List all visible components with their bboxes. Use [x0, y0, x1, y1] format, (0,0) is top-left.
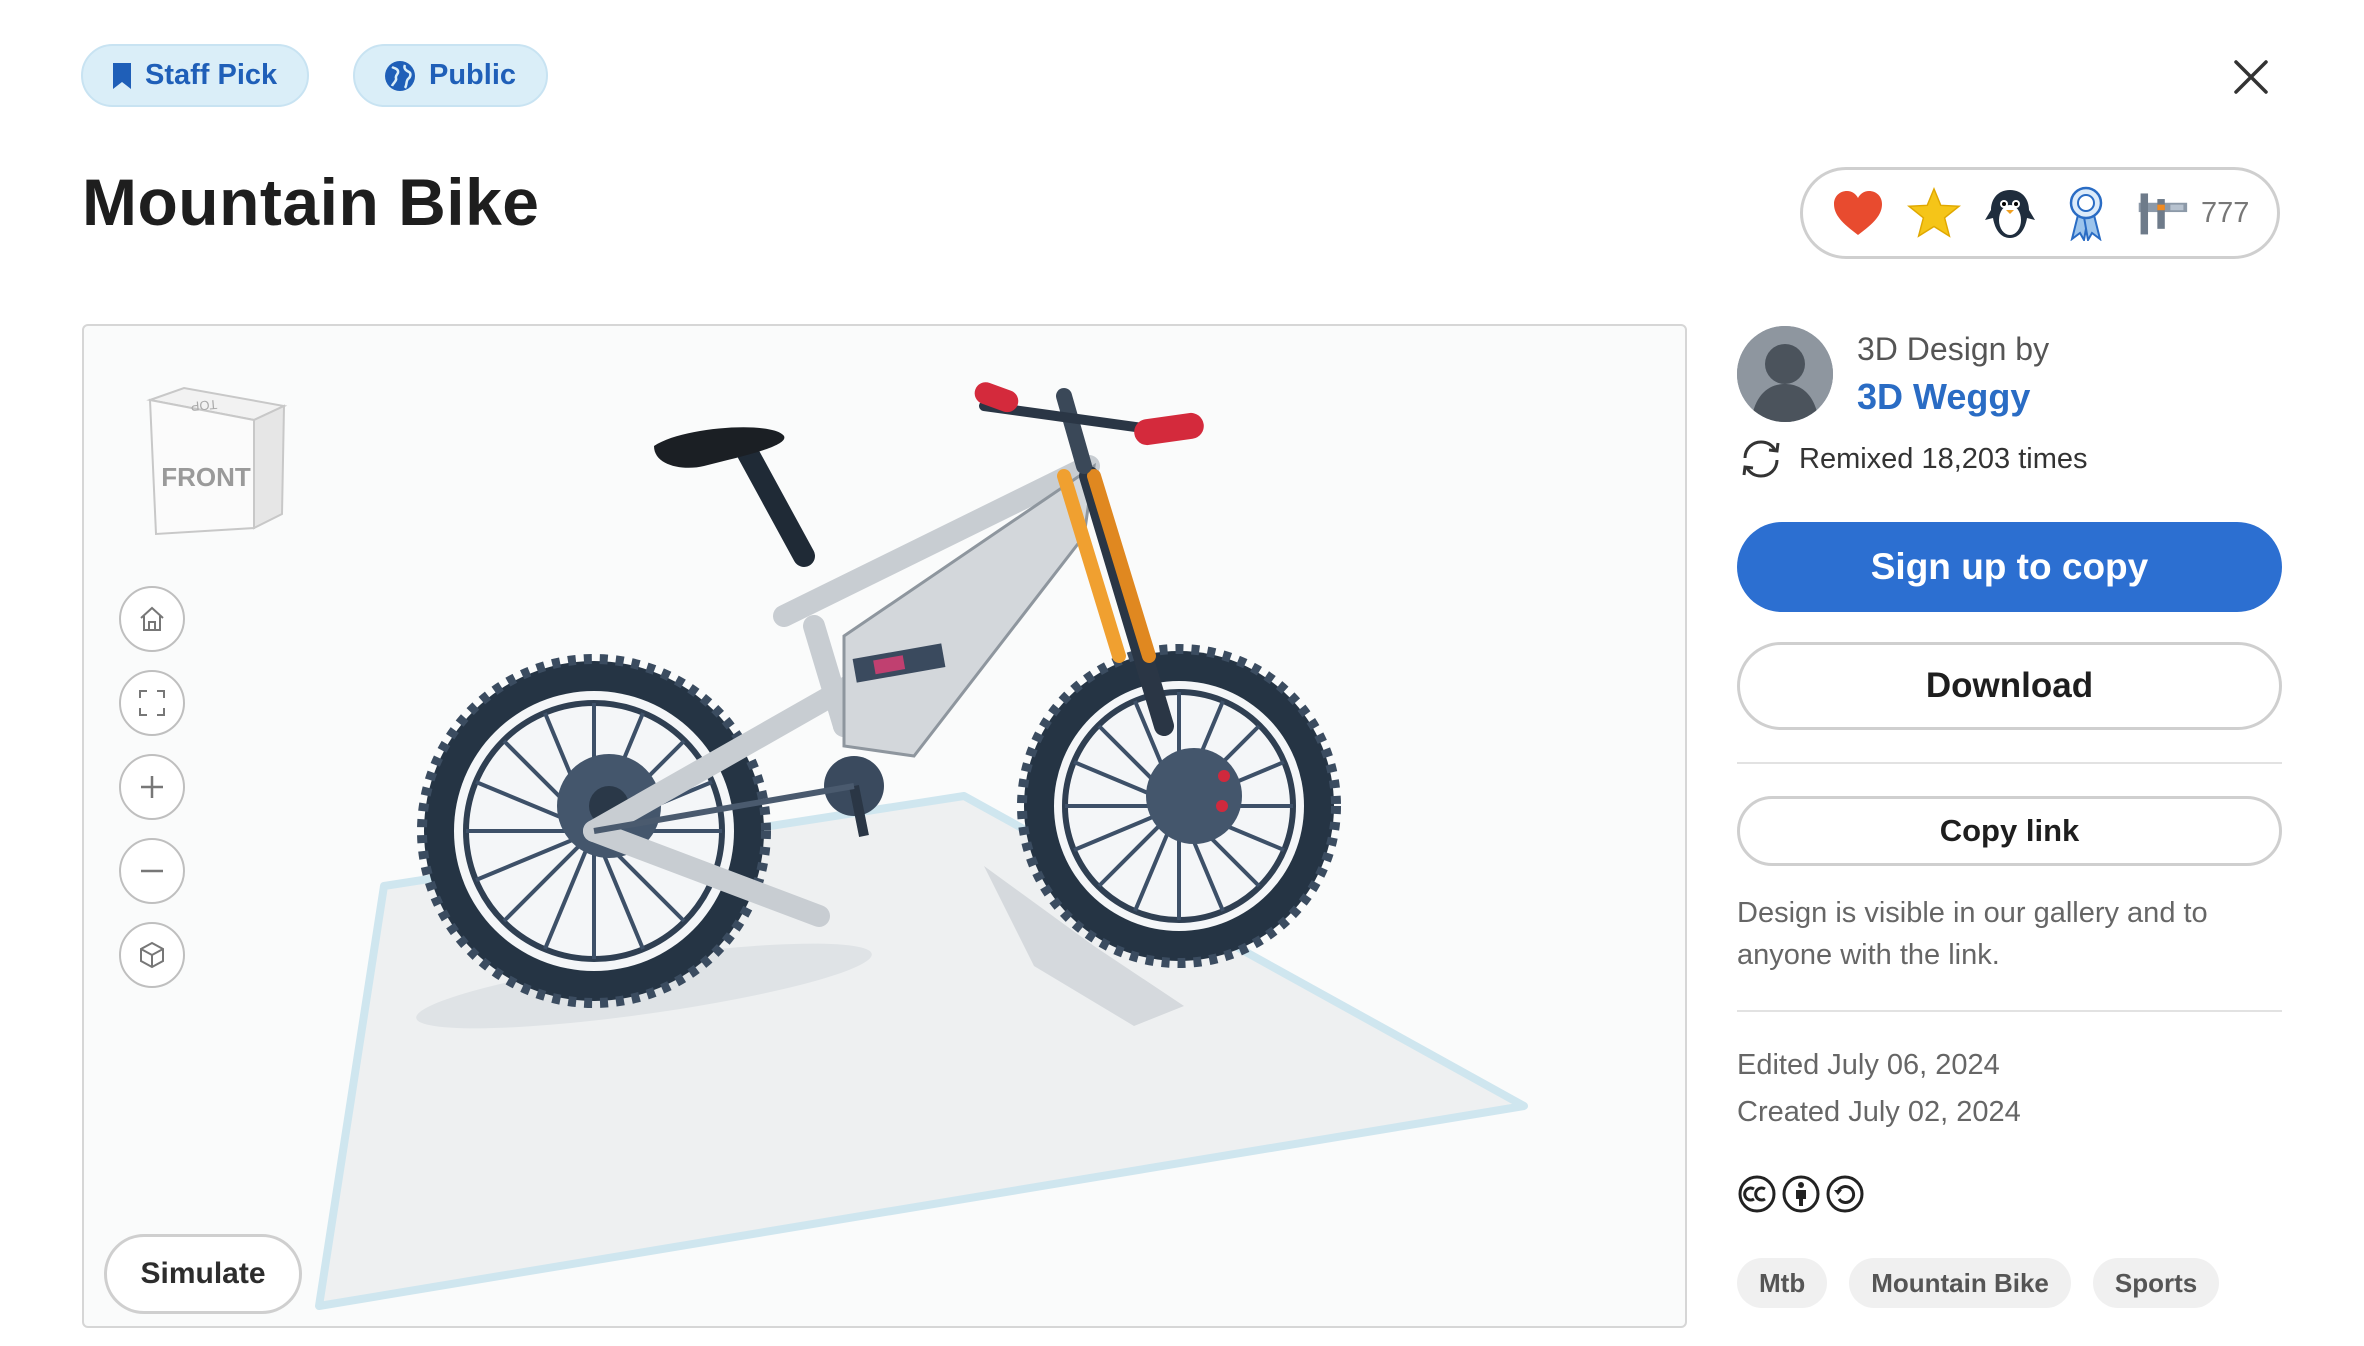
cc-icon	[1738, 1175, 1776, 1213]
zoom-in-icon	[141, 776, 163, 798]
public-label: Public	[429, 59, 517, 91]
perspective-icon	[140, 941, 164, 969]
bike-model-scene[interactable]	[84, 326, 1687, 1328]
home-icon	[140, 606, 164, 631]
remix-count: Remixed 18,203 times	[1737, 438, 2282, 480]
viewcube-top-label: TOP	[190, 397, 218, 414]
divider	[1737, 762, 2282, 764]
license-icons[interactable]	[1737, 1174, 2282, 1214]
created-date: Created July 02, 2024	[1737, 1096, 2021, 1128]
perspective-button[interactable]	[119, 922, 185, 988]
design-sidebar: 3D Design by 3D Weggy Remixed 18,203 tim…	[1737, 324, 2282, 1308]
tag-mtb[interactable]: Mtb	[1737, 1258, 1828, 1308]
share-alike-icon	[1826, 1175, 1864, 1213]
sign-up-to-copy-button[interactable]: Sign up to copy	[1737, 522, 2282, 612]
heart-icon[interactable]	[1831, 186, 1885, 240]
visibility-note: Design is visible in our gallery and to …	[1737, 897, 2208, 971]
tag-sports[interactable]: Sports	[2092, 1258, 2220, 1308]
close-button[interactable]	[2228, 54, 2274, 100]
tag-list: Mtb Mountain Bike Sports	[1737, 1258, 2282, 1308]
dates-block: Edited July 06, 2024 Created July 02, 20…	[1737, 1042, 2282, 1136]
caliper-icon[interactable]	[2135, 186, 2189, 240]
home-view-button[interactable]	[119, 586, 185, 652]
close-icon	[2234, 60, 2268, 94]
star-icon[interactable]	[1907, 186, 1961, 240]
attribution-icon	[1782, 1175, 1820, 1213]
download-button[interactable]: Download	[1737, 642, 2282, 730]
zoom-out-button[interactable]	[119, 838, 185, 904]
zoom-in-button[interactable]	[119, 754, 185, 820]
copy-link-button[interactable]: Copy link	[1737, 796, 2282, 866]
globe-icon	[383, 59, 417, 93]
ribbon-icon[interactable]	[2059, 186, 2113, 241]
fit-view-button[interactable]	[119, 670, 185, 736]
tag-mountain-bike[interactable]: Mountain Bike	[1849, 1258, 2071, 1308]
author-block: 3D Design by 3D Weggy	[1737, 324, 2282, 424]
remix-icon	[1742, 440, 1780, 478]
simulate-button[interactable]: Simulate	[104, 1234, 302, 1314]
page-title: Mountain Bike	[82, 165, 540, 239]
bookmark-icon	[111, 62, 133, 90]
public-badge: Public	[353, 44, 549, 107]
reaction-count: 777	[2201, 196, 2250, 229]
view-cube[interactable]: TOP FRONT	[144, 386, 294, 556]
design-by-label: 3D Design by	[1857, 330, 2050, 367]
author-link[interactable]: 3D Weggy	[1857, 376, 2049, 418]
reactions-bar[interactable]: 777	[1800, 167, 2280, 259]
divider	[1737, 1010, 2282, 1012]
zoom-out-icon	[141, 869, 163, 873]
remix-count-label: Remixed 18,203 times	[1799, 442, 2088, 475]
staff-pick-badge: Staff Pick	[81, 44, 310, 107]
edited-date: Edited July 06, 2024	[1737, 1049, 2000, 1081]
staff-pick-label: Staff Pick	[145, 59, 278, 91]
avatar[interactable]	[1737, 326, 1833, 422]
3d-viewer[interactable]: TOP FRONT Simulate	[82, 324, 1687, 1328]
viewcube-front-label: FRONT	[161, 462, 251, 492]
penguin-icon[interactable]	[1983, 186, 2037, 240]
fit-view-icon	[139, 690, 165, 716]
